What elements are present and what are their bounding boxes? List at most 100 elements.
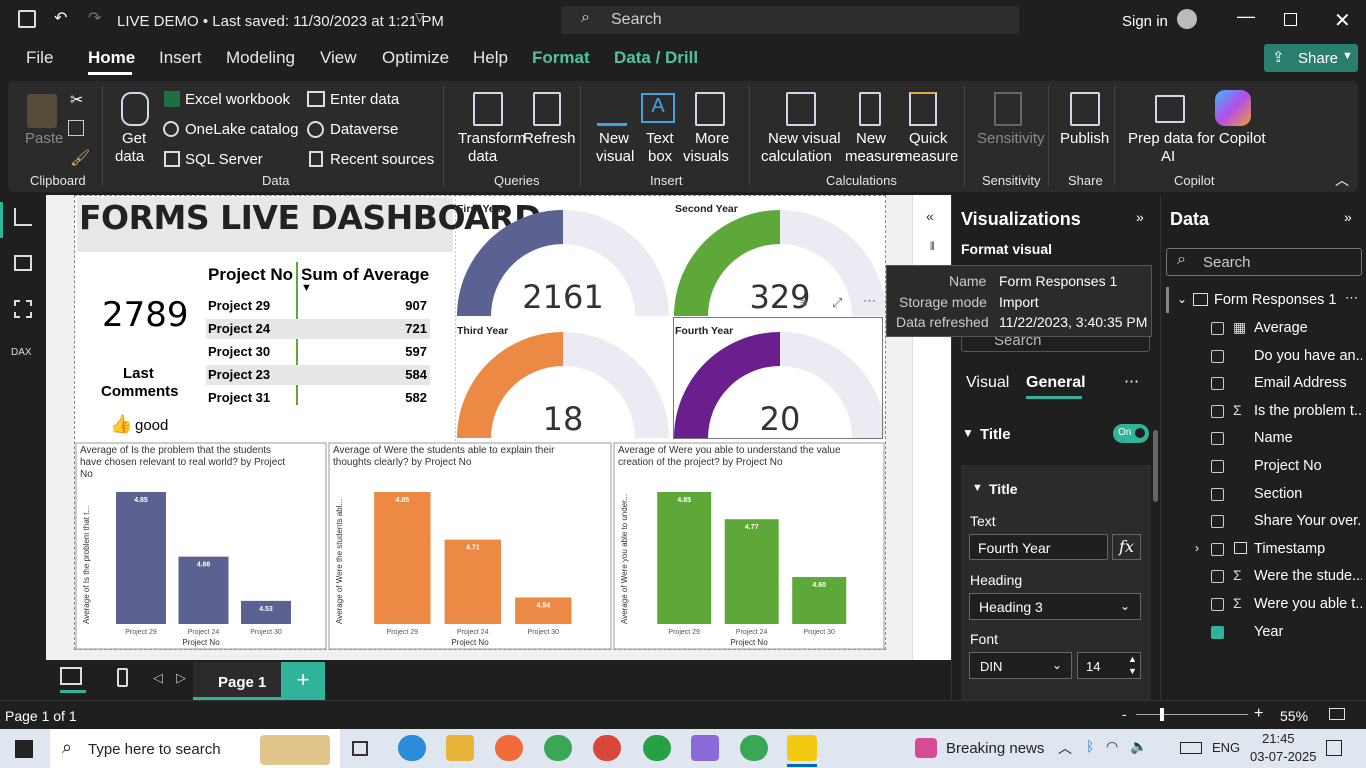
model-view-icon[interactable] [14,300,32,318]
sign-in-link[interactable]: Sign in [1122,13,1168,30]
chevron-right-icon[interactable]: › [1195,541,1199,555]
global-search[interactable]: ⌕ Search [561,6,1019,34]
get-data-button-line2[interactable]: data [115,148,144,166]
field-checkbox[interactable] [1211,432,1224,446]
document-title[interactable]: LIVE DEMO • Last saved: 11/30/2023 at 1:… [117,13,444,30]
field-item[interactable]: Timestamp [1254,541,1362,557]
menu-data-drill[interactable]: Data / Drill [614,48,698,68]
publish-button[interactable]: Publish [1060,130,1109,148]
new-visual-calculation-button-line2[interactable]: calculation [761,148,832,166]
menu-optimize[interactable]: Optimize [382,48,449,68]
zoom-slider-track[interactable] [1136,714,1248,715]
zoom-level[interactable]: 55% [1280,708,1308,724]
keyboard-icon[interactable] [1180,742,1202,754]
add-page-button[interactable]: + [281,662,325,700]
new-visual-button[interactable]: New [599,130,629,148]
language-indicator[interactable]: ENG [1212,740,1240,755]
refresh-button[interactable]: Refresh [523,130,576,148]
collapse-ribbon-icon[interactable]: ︿ [1335,170,1349,190]
font-size-stepper[interactable]: 14 ▲ ▼ [1077,652,1141,679]
title-subsection-header[interactable]: Title [989,481,1018,497]
heading-dropdown[interactable]: Heading 3 ⌄ [969,593,1141,620]
bar[interactable] [444,539,502,624]
menu-file[interactable]: File [26,48,53,68]
collapse-viz-pane-icon[interactable]: » [1136,209,1144,225]
undo-icon[interactable]: ↶ [54,8,67,28]
title-toggle[interactable]: On [1113,424,1149,443]
zoom-slider-thumb[interactable] [1160,708,1164,721]
transform-data-button[interactable]: Transform [458,130,526,148]
chevron-down-icon[interactable]: ▽ [415,10,424,24]
avatar[interactable] [1177,9,1197,29]
desktop-layout-icon[interactable] [60,667,82,685]
news-widget[interactable]: Breaking news [946,740,1044,757]
new-measure-button[interactable]: New [856,130,886,148]
text-box-button-line2[interactable]: box [648,148,672,166]
taskbar-search-box[interactable]: ⌕ Type here to search [50,729,340,768]
menu-modeling[interactable]: Modeling [226,48,295,68]
field-checkbox[interactable] [1211,625,1224,639]
table-cell-value[interactable]: 584 [380,367,427,382]
table-cell-value[interactable]: 721 [380,321,427,336]
field-item[interactable]: Project No [1254,458,1362,474]
windows-start-icon[interactable] [15,740,33,758]
field-checkbox[interactable] [1211,570,1224,584]
title-text-input[interactable]: Fourth Year [969,534,1108,560]
table-view-icon[interactable] [14,255,32,271]
stepper-down-icon[interactable]: ▼ [1128,666,1137,676]
power-bi-icon[interactable] [787,735,817,761]
zoom-in-button[interactable]: + [1254,705,1263,723]
chrome-icon[interactable] [740,735,768,761]
table-cell-project[interactable]: Project 29 [208,298,270,313]
kpi-card-value[interactable]: 2789 [102,295,189,335]
tab-visual[interactable]: Visual [966,374,1009,392]
cut-icon[interactable]: ✂ [70,90,83,110]
format-painter-icon[interactable]: 🖌 [70,148,90,168]
task-view-icon[interactable] [352,741,368,756]
field-item[interactable]: Section [1254,486,1362,502]
zoom-out-button[interactable]: - [1122,706,1127,722]
table-cell-value[interactable]: 597 [380,344,427,359]
table-cell-project[interactable]: Project 30 [208,344,270,359]
table-header-sum[interactable]: Sum of Average [301,265,429,285]
table-cell-project[interactable]: Project 24 [208,321,270,336]
bluetooth-icon[interactable]: ᛒ [1086,738,1094,754]
transform-data-button-line2[interactable]: data [468,148,497,166]
chrome-icon[interactable] [544,735,572,761]
quick-measure-button-line2[interactable]: measure [900,148,958,166]
field-checkbox[interactable] [1211,460,1224,473]
field-checkbox[interactable] [1211,377,1224,391]
page-tab[interactable]: Page 1 [193,662,281,700]
app-icon[interactable] [495,735,523,761]
field-item[interactable]: Year [1254,624,1362,640]
bar[interactable] [657,492,712,624]
table-header-project[interactable]: Project No [208,265,293,285]
quick-measure-button[interactable]: Quick [909,130,947,148]
fit-to-page-icon[interactable] [1329,708,1345,720]
volume-icon[interactable]: 🔈 [1130,738,1147,755]
new-visual-calculation-button[interactable]: New visual [768,130,841,148]
more-visuals-button[interactable]: More [695,130,729,148]
selected-visual-frame[interactable] [673,317,883,439]
filter-icon[interactable]: ≡ [800,295,808,310]
focus-mode-icon[interactable]: ⤢ [832,295,842,311]
menu-format[interactable]: Format [532,48,590,68]
next-page-icon[interactable]: ▷ [176,670,186,686]
sql-server-button[interactable]: SQL Server [185,151,263,169]
prev-page-icon[interactable]: ◁ [153,670,163,686]
edge-icon[interactable] [398,735,426,761]
dataverse-button[interactable]: Dataverse [330,121,398,139]
bar[interactable] [116,492,166,624]
table-cell-project[interactable]: Project 23 [208,367,270,382]
collapse-data-pane-icon[interactable]: » [1344,209,1352,225]
bar[interactable] [374,492,431,624]
field-checkbox[interactable] [1211,404,1224,418]
field-item[interactable]: Name [1254,430,1362,446]
file-explorer-icon[interactable] [446,735,474,761]
wifi-icon[interactable]: ◠ [1106,738,1118,755]
stepper-up-icon[interactable]: ▲ [1128,654,1137,664]
get-data-button[interactable]: Get [122,130,146,148]
field-item[interactable]: Were the stude... [1254,568,1362,584]
close-icon[interactable]: ✕ [1334,8,1351,33]
field-item[interactable]: Were you able t... [1254,596,1362,612]
